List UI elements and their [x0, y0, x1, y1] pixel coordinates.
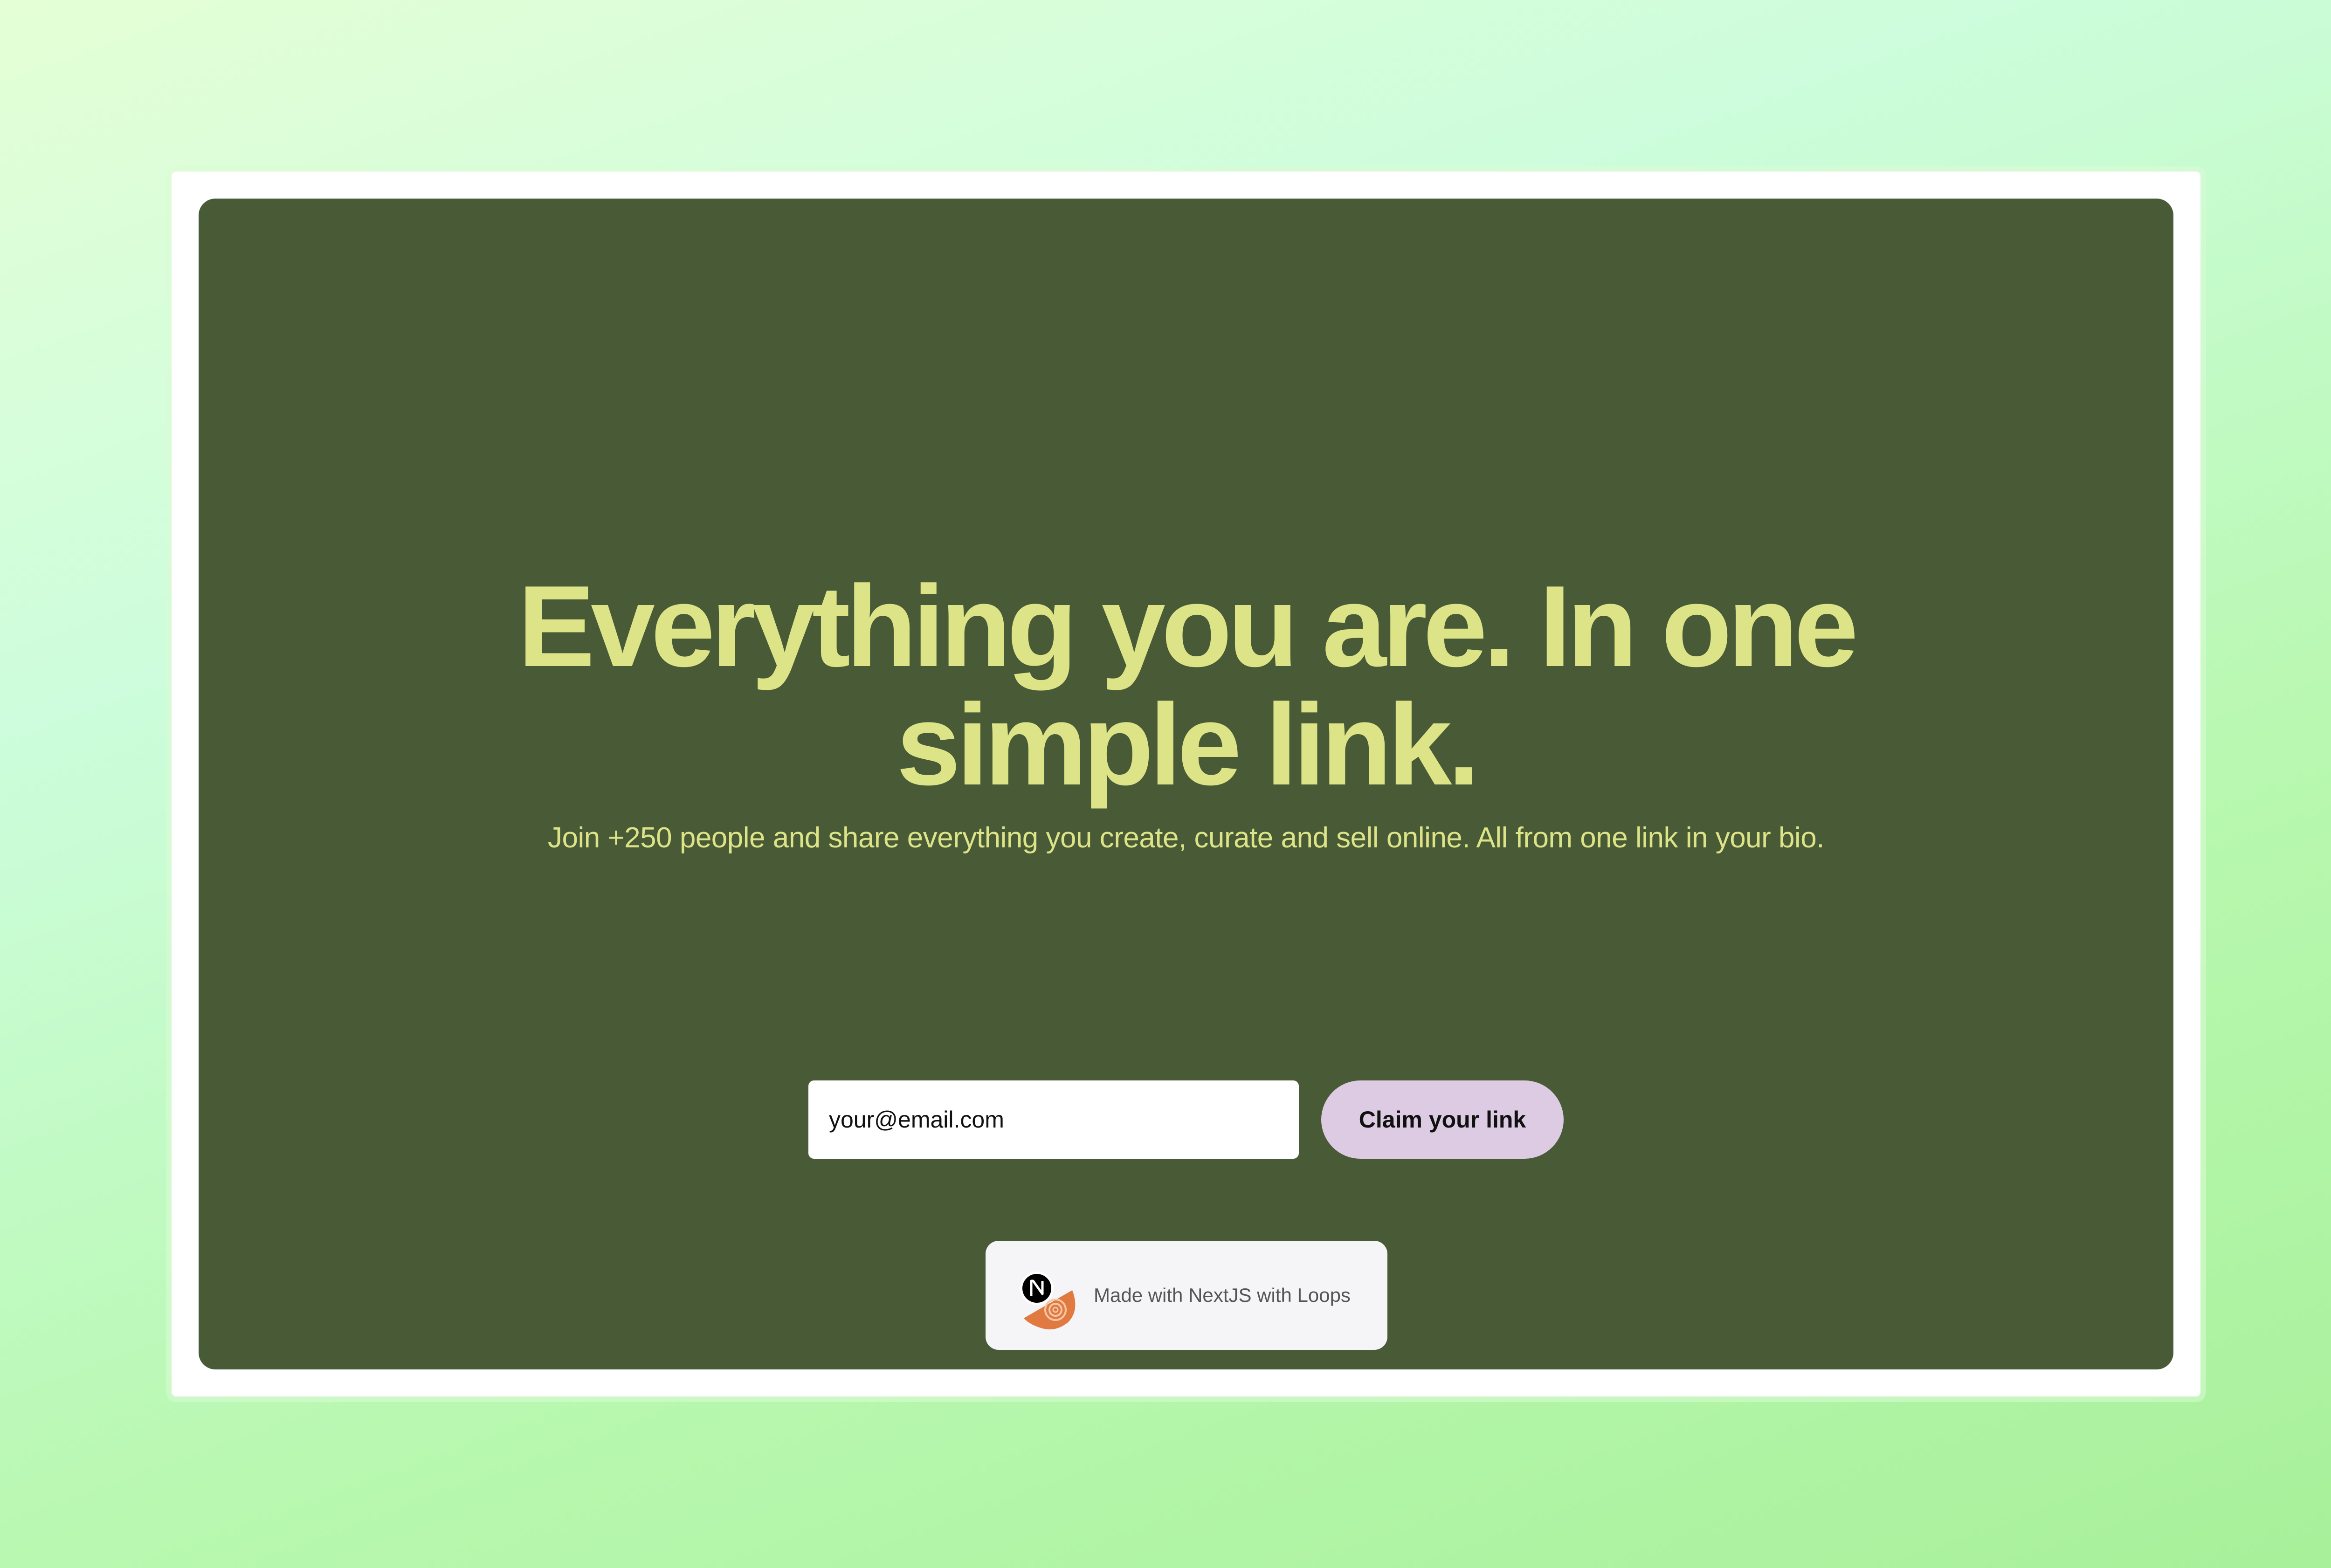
- nextjs-logo-icon: [1020, 1272, 1054, 1305]
- claim-link-button[interactable]: Claim your link: [1321, 1080, 1564, 1159]
- hero-section: Everything you are. In one simple link. …: [199, 567, 2173, 857]
- hero-card: Everything you are. In one simple link. …: [199, 199, 2173, 1369]
- made-with-badge[interactable]: Made with NextJS with Loops: [986, 1241, 1387, 1350]
- signup-form: Claim your link: [199, 1080, 2173, 1160]
- badge-logo: [1020, 1272, 1076, 1330]
- hero-subtitle: Join +250 people and share everything yo…: [548, 822, 1825, 854]
- page-frame: Everything you are. In one simple link. …: [172, 172, 2200, 1396]
- hero-headline: Everything you are. In one simple link.: [517, 561, 1859, 809]
- email-input[interactable]: [808, 1080, 1299, 1159]
- badge-text: Made with NextJS with Loops: [1094, 1284, 1351, 1306]
